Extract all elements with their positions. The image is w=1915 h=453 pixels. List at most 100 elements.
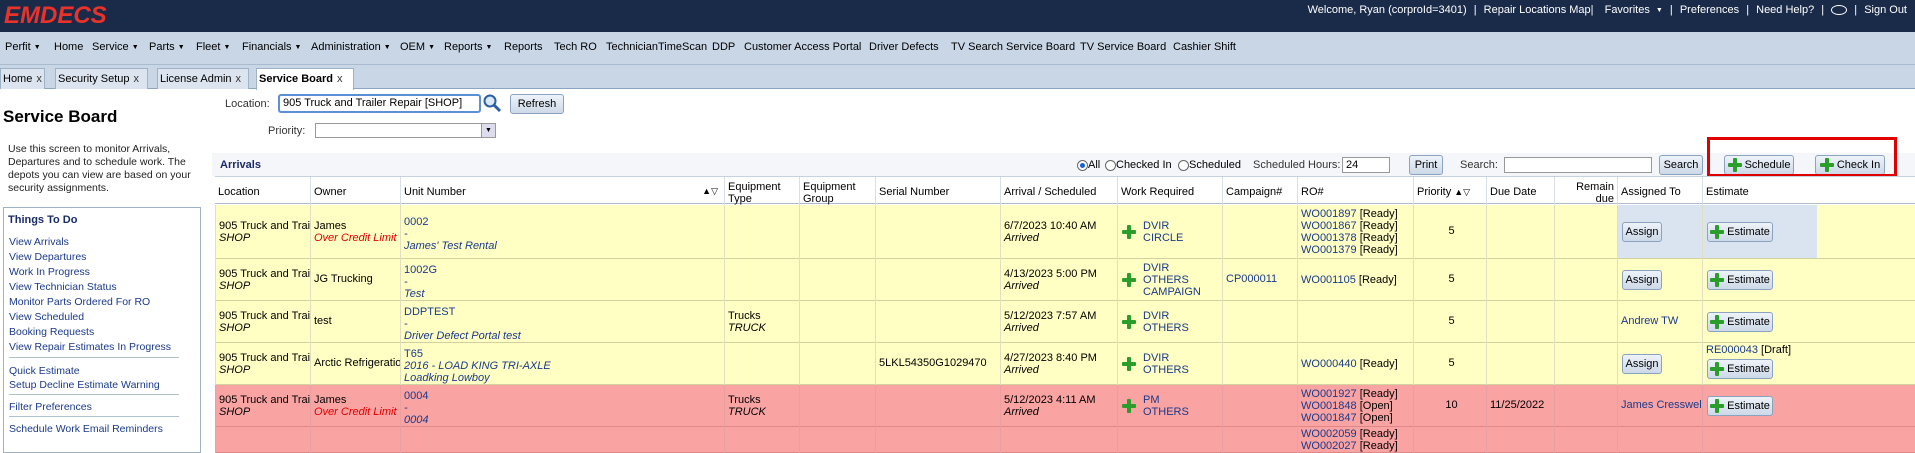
menu-administration[interactable]: Administration ▼ — [311, 41, 391, 53]
add-work-icon[interactable] — [1122, 315, 1136, 329]
assign-button[interactable]: Assign — [1622, 354, 1662, 374]
col-remain-due-reading[interactable]: Remain due reading — [1554, 177, 1617, 217]
menu-ddp[interactable]: DDP — [712, 41, 735, 53]
col-estimate[interactable]: Estimate — [1702, 177, 1817, 205]
radio-scheduled[interactable]: Scheduled — [1178, 159, 1241, 171]
menu-technician-time-scan[interactable]: TechnicianTimeScan — [606, 41, 707, 53]
emdecs-logo[interactable]: EMDECS — [4, 2, 107, 30]
col-ro[interactable]: RO# — [1297, 177, 1413, 205]
menu-tv-service-board[interactable]: TV Service Board — [1080, 41, 1166, 53]
work-item-link[interactable]: OTHERS — [1143, 274, 1222, 286]
campaign-link[interactable]: CP000011 — [1226, 273, 1277, 285]
location-input[interactable]: 905 Truck and Trailer Repair [SHOP] — [278, 94, 481, 113]
radio-all[interactable]: All — [1077, 159, 1100, 171]
search-icon[interactable] — [482, 93, 502, 113]
work-item-link[interactable]: CIRCLE — [1143, 232, 1222, 244]
chevron-down-icon[interactable]: ▼ — [481, 124, 495, 137]
link-view-scheduled[interactable]: View Scheduled — [9, 311, 84, 323]
tab-security-setup[interactable]: Security Setup x — [55, 68, 148, 89]
menu-home[interactable]: Home — [54, 41, 83, 53]
unit-number-link[interactable]: 0004 — [404, 390, 724, 402]
ro-link[interactable]: WO001105 — [1301, 274, 1356, 286]
work-item-link[interactable]: OTHERS — [1143, 364, 1222, 376]
col-serial-number[interactable]: Serial Number — [875, 177, 1000, 205]
ro-link[interactable]: WO002027 — [1301, 440, 1357, 452]
estimate-button[interactable]: Estimate — [1707, 396, 1773, 416]
col-owner[interactable]: Owner — [310, 177, 400, 205]
ro-link[interactable]: WO001897 — [1301, 208, 1357, 220]
add-work-icon[interactable] — [1122, 357, 1136, 371]
link-setup-decline-estimate-warning[interactable]: Setup Decline Estimate Warning — [9, 379, 160, 391]
unit-number-link[interactable]: T65 — [404, 348, 724, 360]
search-input[interactable] — [1504, 157, 1652, 173]
print-button[interactable]: Print — [1409, 155, 1443, 175]
menu-parts[interactable]: Parts ▼ — [149, 41, 185, 53]
radio-checked-in[interactable]: Checked In — [1105, 159, 1172, 171]
chat-icon[interactable] — [1831, 5, 1848, 16]
menu-fleet[interactable]: Fleet ▼ — [196, 41, 230, 53]
table-row[interactable]: 905 Truck and Traile SHOP test DDPTEST - Driv… — [215, 301, 1915, 343]
link-schedule-work-email-reminders[interactable]: Schedule Work Email Reminders — [9, 423, 163, 435]
menu-service[interactable]: Service ▼ — [92, 41, 139, 53]
menu-customer-access-portal[interactable]: Customer Access Portal — [744, 41, 861, 53]
work-item-link[interactable]: OTHERS — [1143, 322, 1222, 334]
sign-out-link[interactable]: Sign Out — [1864, 4, 1907, 16]
table-row[interactable]: 905 Truck and Traile SHOP James Over Credit… — [215, 205, 1915, 259]
ro-link[interactable]: WO001927 — [1301, 388, 1357, 400]
add-work-icon[interactable] — [1122, 273, 1136, 287]
estimate-button[interactable]: Estimate — [1707, 359, 1773, 379]
close-icon[interactable]: x — [337, 73, 343, 85]
search-button[interactable]: Search — [1659, 155, 1703, 175]
work-item-link[interactable]: DVIR — [1143, 352, 1222, 364]
table-row[interactable]: 905 Truck and Traile SHOP James Over Credit… — [215, 385, 1915, 427]
add-work-icon[interactable] — [1122, 399, 1136, 413]
estimate-link[interactable]: RE000043 — [1706, 344, 1758, 356]
close-icon[interactable]: x — [36, 73, 42, 85]
menu-tech-ro[interactable]: Tech RO — [554, 41, 597, 53]
link-work-in-progress[interactable]: Work In Progress — [9, 266, 90, 278]
work-item-link[interactable]: DVIR — [1143, 262, 1222, 274]
ro-link[interactable]: WO001378 — [1301, 232, 1357, 244]
link-filter-preferences[interactable]: Filter Preferences — [9, 401, 92, 413]
menu-cashier-shift[interactable]: Cashier Shift — [1173, 41, 1236, 53]
ro-link[interactable]: WO000440 — [1301, 358, 1357, 370]
unit-number-link[interactable]: DDPTEST — [404, 306, 724, 318]
favorites-menu[interactable]: Favorites ▼ — [1605, 4, 1663, 16]
link-view-arrivals[interactable]: View Arrivals — [9, 236, 69, 248]
work-item-link[interactable]: CAMPAIGN — [1143, 286, 1222, 298]
radio-icon[interactable] — [1105, 159, 1116, 171]
menu-perfit[interactable]: Perfit ▼ — [5, 41, 41, 53]
need-help-link[interactable]: Need Help? — [1756, 4, 1814, 16]
link-view-repair-estimates[interactable]: View Repair Estimates In Progress — [9, 341, 171, 353]
assign-button[interactable]: Assign — [1622, 270, 1662, 290]
tab-home[interactable]: Home x — [0, 68, 45, 89]
link-monitor-parts-ordered[interactable]: Monitor Parts Ordered For RO — [9, 296, 150, 308]
work-item-link[interactable]: DVIR — [1143, 220, 1222, 232]
repair-locations-map-link[interactable]: Repair Locations Map — [1484, 4, 1591, 16]
link-booking-requests[interactable]: Booking Requests — [9, 326, 94, 338]
ro-link[interactable]: WO001847 — [1301, 412, 1357, 424]
menu-reports[interactable]: Reports ▼ — [444, 41, 492, 53]
link-quick-estimate[interactable]: Quick Estimate — [9, 365, 80, 377]
col-priority[interactable]: Priority ▲▽ — [1413, 177, 1486, 205]
link-view-technician-status[interactable]: View Technician Status — [9, 281, 117, 293]
unit-number-link[interactable]: 1002G — [404, 264, 724, 276]
estimate-button[interactable]: Estimate — [1707, 270, 1773, 290]
col-arrival-scheduled[interactable]: Arrival / Scheduled — [1000, 177, 1117, 205]
ro-link[interactable]: WO001379 — [1301, 244, 1357, 256]
table-row[interactable]: 905 Truck and Traile SHOP Arctic Refrigera… — [215, 343, 1915, 385]
col-campaign[interactable]: Campaign# — [1222, 177, 1297, 205]
col-due-date[interactable]: Due Date — [1486, 177, 1554, 205]
tab-license-admin[interactable]: License Admin x — [157, 68, 249, 89]
assigned-technician-link[interactable]: Andrew TW — [1621, 315, 1678, 327]
estimate-button[interactable]: Estimate — [1707, 312, 1773, 332]
work-item-link[interactable]: PM — [1143, 394, 1222, 406]
col-location[interactable]: Location — [215, 177, 309, 205]
sort-icon[interactable]: ▲▽ — [702, 185, 718, 197]
menu-tv-search-service-board[interactable]: TV Search Service Board — [951, 41, 1075, 53]
ro-link[interactable]: WO002059 — [1301, 428, 1357, 440]
col-work-required[interactable]: Work Required — [1117, 177, 1222, 205]
ro-link[interactable]: WO001848 — [1301, 400, 1357, 412]
work-item-link[interactable]: DVIR — [1143, 310, 1222, 322]
close-icon[interactable]: x — [134, 73, 140, 85]
